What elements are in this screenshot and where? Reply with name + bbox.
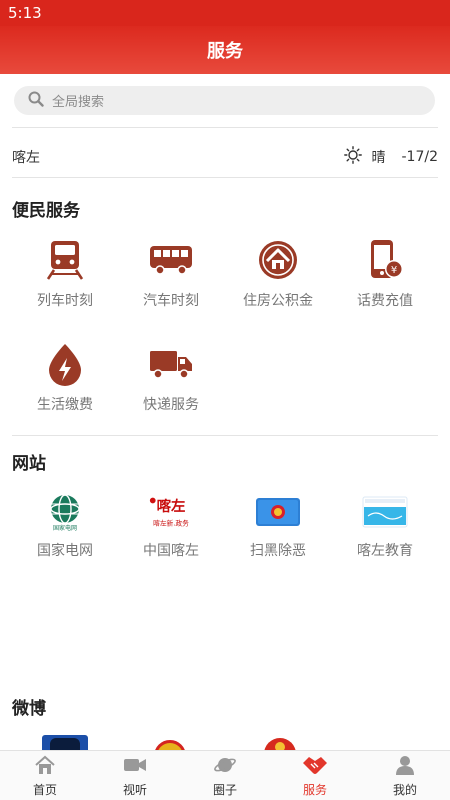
tab-circle[interactable]: 圈子	[180, 751, 270, 800]
tab-label: 视听	[122, 782, 147, 797]
weather-condition: 晴	[371, 150, 386, 166]
divider	[12, 177, 438, 178]
section-title-weibo: 微博	[12, 699, 46, 719]
train-icon	[43, 238, 87, 282]
utility-payment-icon	[43, 342, 87, 386]
tab-label: 首页	[32, 782, 57, 797]
bus-icon	[149, 238, 193, 282]
service-item-delivery[interactable]: 快递服务	[119, 342, 223, 414]
china-kazuo-logo: 喀左喀左新.政务	[147, 492, 195, 532]
tab-label: 圈子	[212, 782, 237, 797]
anti-crime-logo	[254, 492, 302, 532]
website-item-china-kazuo[interactable]: 喀左喀左新.政务 中国喀左	[119, 492, 223, 560]
tab-home[interactable]: 首页	[0, 751, 90, 800]
tab-video[interactable]: 视听	[90, 751, 180, 800]
service-item-utility-payment[interactable]: 生活缴费	[13, 342, 117, 414]
page-header: 服务	[0, 26, 450, 74]
state-grid-logo-text: 国家电网	[53, 524, 77, 532]
weather-temperature: -17/2	[401, 149, 439, 165]
website-item-label: 国家电网	[37, 543, 93, 559]
service-item-label: 生活缴费	[37, 397, 93, 413]
website-item-label: 扫黑除恶	[250, 543, 306, 559]
tab-label: 我的	[392, 782, 417, 797]
service-item-phone-recharge[interactable]: ¥ 话费充值	[333, 238, 437, 310]
service-item-label: 列车时刻	[37, 293, 93, 309]
section-title-services: 便民服务	[12, 201, 80, 221]
house-fund-icon	[256, 238, 300, 282]
svg-text:¥: ¥	[391, 265, 397, 276]
delivery-truck-icon	[149, 342, 193, 386]
tab-label: 服务	[302, 782, 327, 797]
weather-row[interactable]: 喀左 晴 -17/2	[12, 142, 438, 172]
service-item-label: 汽车时刻	[143, 293, 199, 309]
page-title: 服务	[207, 41, 243, 62]
video-camera-icon	[123, 754, 147, 779]
weibo-item-1[interactable]	[42, 735, 88, 750]
website-item-kazuo-education[interactable]: 喀左教育	[333, 492, 437, 560]
service-item-bus[interactable]: 汽车时刻	[119, 238, 223, 310]
status-time: 5:13	[8, 4, 42, 22]
service-item-house-fund[interactable]: 住房公积金	[226, 238, 330, 310]
tab-mine[interactable]: 我的	[360, 751, 450, 800]
section-title-websites: 网站	[12, 454, 46, 474]
planet-icon	[213, 754, 237, 779]
china-kazuo-logo-subtext: 喀左新.政务	[153, 518, 189, 527]
handshake-icon	[302, 754, 328, 779]
search-bar[interactable]: 全局搜索	[14, 86, 435, 115]
sun-icon	[343, 146, 362, 168]
service-item-label: 话费充值	[357, 293, 413, 309]
user-icon	[394, 754, 416, 779]
weibo-emblem-2	[154, 740, 186, 750]
tab-services[interactable]: 服务	[270, 751, 360, 800]
bottom-tab-bar: 首页 视听 圈子 服务 我的	[0, 750, 450, 800]
status-bar: 5:13	[0, 0, 450, 26]
home-icon	[34, 754, 56, 779]
search-placeholder: 全局搜索	[52, 95, 105, 110]
weibo-logo-1	[50, 738, 80, 750]
website-item-state-grid[interactable]: 国家电网 国家电网	[13, 492, 117, 560]
divider	[12, 435, 438, 436]
service-item-train[interactable]: 列车时刻	[13, 238, 117, 310]
website-item-anti-crime[interactable]: 扫黑除恶	[226, 492, 330, 560]
website-item-label: 喀左教育	[357, 543, 413, 559]
weather-city: 喀左	[12, 150, 40, 166]
weibo-emblem-3-center	[275, 742, 285, 750]
china-kazuo-logo-text: 喀左	[157, 497, 186, 515]
weibo-item-3[interactable]	[258, 736, 302, 750]
state-grid-logo: 国家电网	[41, 492, 89, 532]
search-icon	[28, 91, 44, 111]
kazuo-education-logo	[361, 492, 409, 532]
weibo-item-2[interactable]	[150, 738, 190, 750]
divider	[12, 127, 438, 128]
phone-recharge-icon: ¥	[363, 238, 407, 282]
service-item-label: 快递服务	[143, 397, 199, 413]
service-item-label: 住房公积金	[243, 293, 313, 309]
website-item-label: 中国喀左	[143, 543, 199, 559]
